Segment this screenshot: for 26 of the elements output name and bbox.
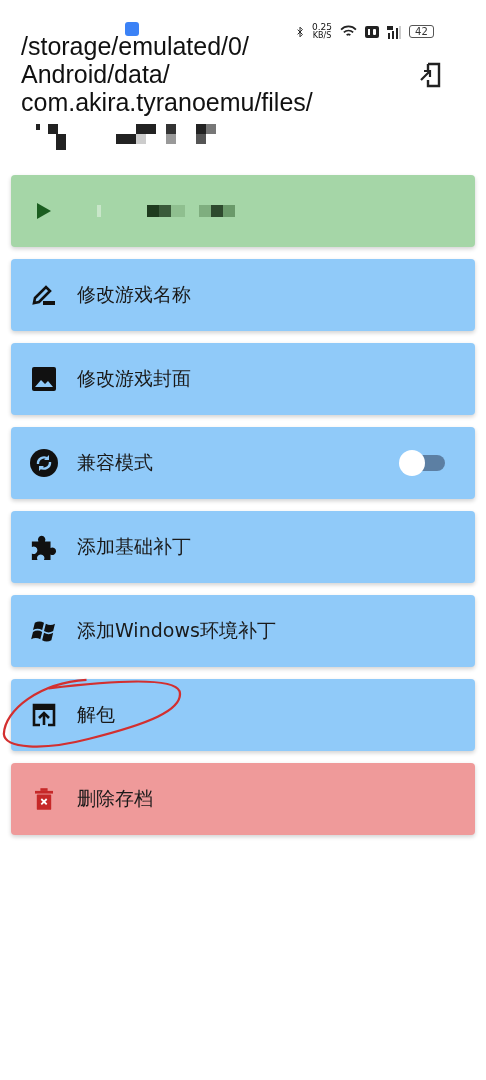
upload-box-icon [32, 703, 56, 727]
toggle-switch[interactable] [399, 450, 445, 476]
puzzle-icon [30, 533, 58, 561]
network-speed: 0.25 [312, 23, 333, 32]
battery-indicator: 42 [409, 25, 434, 38]
action-button[interactable]: 添加Windows环境补丁 [11, 595, 475, 667]
bluetooth-icon [296, 25, 304, 38]
action-button[interactable]: 添加基础补丁 [11, 511, 475, 583]
action-button[interactable]: 修改游戏封面 [11, 343, 475, 415]
play-icon [37, 203, 51, 219]
windows-logo-icon [31, 620, 57, 642]
image-icon [32, 367, 56, 391]
wifi-icon [340, 25, 358, 38]
folder-path: Android/data/ [21, 60, 171, 88]
notification-icon [125, 22, 139, 36]
folder-path: com.akira.tyranoemu/files/ [21, 88, 313, 116]
pencil-icon [31, 284, 57, 306]
action-button[interactable]: 兼容模式 [11, 427, 475, 499]
speed-unit: KB/S [312, 32, 332, 40]
hd-icon [365, 25, 380, 38]
sync-icon [30, 449, 58, 477]
trash-icon [35, 787, 53, 811]
signal-icon [387, 24, 402, 39]
folder-path: /storage/emulated/0/ [21, 32, 250, 60]
action-button[interactable]: 删除存档 [11, 763, 475, 835]
action-button[interactable]: 修改游戏名称 [11, 259, 475, 331]
